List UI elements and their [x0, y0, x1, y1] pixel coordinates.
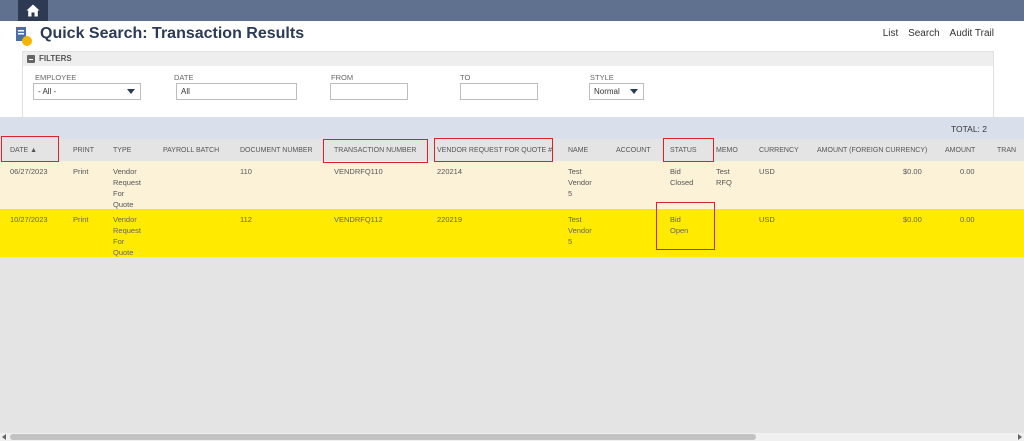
col-print[interactable]: PRINT	[73, 147, 94, 154]
annotation-box-status	[663, 138, 714, 162]
home-button[interactable]	[18, 0, 48, 21]
table-row-highlighted[interactable]: 10/27/2023 Print Vendor Request For Quote 1…	[0, 209, 1024, 257]
style-select-value: Normal	[594, 87, 620, 96]
annotation-box-vendor-rfq	[434, 138, 553, 162]
to-date-field[interactable]	[460, 83, 538, 100]
cell-type: Vendor Request For Quote	[113, 215, 141, 257]
from-label: FROM	[331, 73, 354, 82]
page-header: Quick Search: Transaction Results List S…	[0, 21, 1024, 129]
audit-trail-link[interactable]: Audit Trail	[950, 28, 994, 39]
transaction-search-icon	[16, 27, 32, 46]
col-name[interactable]: NAME	[568, 147, 588, 154]
cell-amount-foreign: $0.00	[903, 215, 922, 224]
date-field-value: All	[181, 87, 190, 96]
annotation-box-transaction-number	[323, 139, 428, 163]
col-tran[interactable]: TRAN	[997, 147, 1016, 154]
scroll-right-icon[interactable]	[1018, 434, 1022, 440]
cell-vendor-rfq: 220219	[437, 215, 463, 224]
col-document-number[interactable]: DOCUMENT NUMBER	[240, 147, 313, 154]
col-currency[interactable]: CURRENCY	[759, 147, 799, 154]
cell-amount-foreign: $0.00	[903, 167, 922, 176]
cell-name[interactable]: Test Vendor 5	[568, 214, 592, 247]
table-row[interactable]: 06/27/2023 Print Vendor Request For Quote 1…	[0, 161, 1024, 209]
page-title: Quick Search: Transaction Results	[40, 25, 305, 42]
col-payroll-batch[interactable]: PAYROLL BATCH	[163, 147, 219, 154]
cell-document-number[interactable]: 110	[240, 166, 252, 177]
cell-transaction-number[interactable]: VENDRFQ110	[334, 166, 383, 177]
filters-heading: FILTERS	[39, 54, 72, 63]
col-amount[interactable]: AMOUNT	[945, 147, 975, 154]
dropdown-caret-icon	[127, 89, 135, 94]
scroll-left-icon[interactable]	[2, 434, 6, 440]
scroll-thumb[interactable]	[10, 434, 756, 440]
total-count: TOTAL: 2	[950, 124, 987, 134]
employee-label: EMPLOYEE	[35, 73, 77, 82]
cell-type: Vendor Request For Quote	[113, 167, 141, 209]
filters-header[interactable]: FILTERS	[23, 52, 993, 66]
cell-currency: USD	[759, 167, 775, 176]
annotation-box-date	[1, 136, 59, 162]
annotation-box-status-open	[656, 202, 715, 250]
employee-select-value: - All -	[38, 87, 57, 96]
from-date-field[interactable]	[330, 83, 408, 100]
search-link[interactable]: Search	[908, 28, 940, 39]
cell-memo: Test RFQ	[716, 167, 732, 187]
list-link[interactable]: List	[883, 28, 899, 39]
col-account[interactable]: ACCOUNT	[616, 147, 651, 154]
cell-amount: 0.00	[960, 167, 975, 176]
cell-print-link[interactable]: Print	[73, 166, 88, 177]
cell-name[interactable]: Test Vendor 5	[568, 166, 592, 199]
employee-select[interactable]: - All -	[33, 83, 141, 100]
cell-date: 06/27/2023	[10, 167, 48, 176]
col-type[interactable]: TYPE	[113, 147, 131, 154]
filters-collapse-icon[interactable]	[27, 55, 35, 63]
cell-print-link[interactable]: Print	[73, 214, 88, 225]
cell-transaction-number[interactable]: VENDRFQ112	[334, 214, 383, 225]
cell-date: 10/27/2023	[10, 215, 48, 224]
horizontal-scrollbar[interactable]	[0, 433, 1024, 441]
cell-currency: USD	[759, 215, 775, 224]
col-memo[interactable]: MEMO	[716, 147, 738, 154]
date-label: DATE	[174, 73, 194, 82]
date-field[interactable]: All	[176, 83, 297, 100]
cell-document-number[interactable]: 112	[240, 214, 252, 225]
dropdown-caret-icon	[630, 89, 638, 94]
style-select[interactable]: Normal	[589, 83, 644, 100]
top-nav-bar	[0, 0, 1024, 21]
style-label: STYLE	[590, 73, 614, 82]
cell-status: Bid Closed	[670, 167, 694, 187]
col-amount-foreign[interactable]: AMOUNT (FOREIGN CURRENCY)	[817, 147, 927, 154]
home-icon	[26, 4, 40, 17]
cell-vendor-rfq: 220214	[437, 167, 463, 176]
results-total-bar: TOTAL: 2	[0, 117, 1024, 139]
cell-amount: 0.00	[960, 215, 975, 224]
header-links: List Search Audit Trail	[876, 28, 994, 39]
to-label: TO	[460, 73, 471, 82]
